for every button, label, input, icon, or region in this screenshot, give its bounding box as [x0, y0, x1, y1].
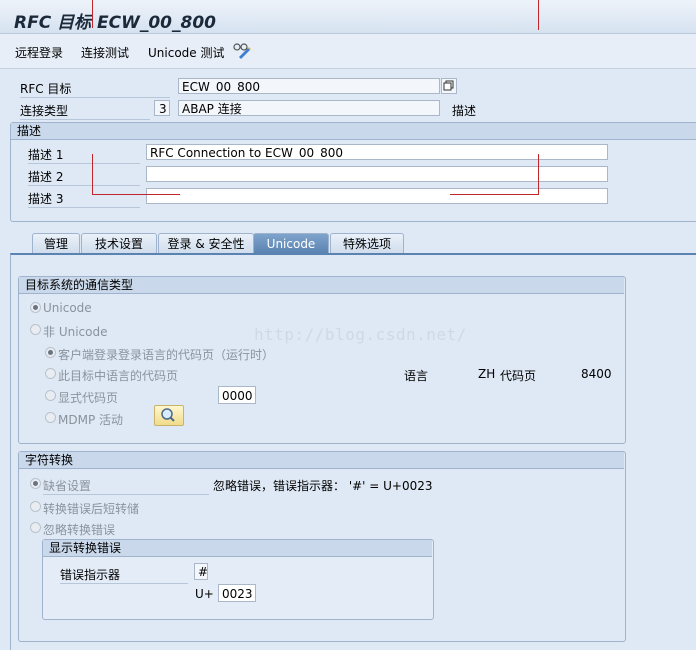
ignore-conversion-errors-label: 忽略转换错误: [43, 523, 116, 537]
error-indicator-field[interactable]: #: [194, 563, 208, 580]
non-unicode-label: 非 Unicode: [43, 325, 108, 339]
character-conversion-title: 字符转换: [19, 452, 624, 469]
target-language-codepage-label: 此目标中语言的代码页: [58, 369, 179, 383]
mdmp-active-radio[interactable]: [45, 412, 56, 423]
mdmp-details-button[interactable]: [154, 405, 184, 426]
connection-type-description-label: 描述: [452, 104, 477, 118]
tab-logon-security[interactable]: 登录 & 安全性: [158, 233, 254, 254]
rfc-target-label: RFC 目标: [20, 80, 170, 98]
annotation-line: [538, 0, 539, 30]
default-setting-info: 忽略错误，错误指示器： '#' = U+0023: [213, 479, 433, 493]
magnifier-icon: [161, 408, 175, 422]
target-language-codepage-radio[interactable]: [45, 368, 56, 379]
annotation-line: [450, 194, 539, 195]
mdmp-active-label: MDMP 活动: [58, 413, 123, 427]
communication-type-title: 目标系统的通信类型: [19, 277, 624, 294]
tab-technical-settings[interactable]: 技术设置: [81, 233, 157, 254]
annotation-line: [92, 154, 93, 194]
tab-unicode[interactable]: Unicode: [253, 233, 329, 254]
description-group-title: 描述: [11, 123, 696, 140]
unicode-codepoint-field[interactable]: 0023: [218, 584, 256, 602]
watermark: http://blog.csdn.net/: [254, 325, 467, 344]
default-setting-label: 缺省设置: [43, 477, 209, 495]
client-codepage-label: 客户端登录登录语言的代码页（运行时）: [58, 348, 275, 362]
language-label: 语言: [404, 369, 429, 383]
codepage-label: 代码页: [500, 369, 537, 383]
unicode-label: Unicode: [43, 301, 92, 315]
window-title: RFC 目标 ECW_00_800: [14, 13, 216, 33]
pencil-glasses-icon[interactable]: [232, 41, 252, 59]
annotation-line: [92, 0, 93, 28]
explicit-codepage-field[interactable]: 0000: [218, 386, 256, 404]
connection-test-button[interactable]: 连接测试: [81, 44, 129, 61]
rfc-target-field[interactable]: ECW_00_800: [178, 78, 440, 94]
description-2-label: 描述 2: [28, 168, 140, 186]
remote-login-button[interactable]: 远程登录: [15, 44, 63, 61]
non-unicode-radio[interactable]: [30, 324, 41, 335]
explicit-codepage-radio[interactable]: [45, 390, 56, 401]
codepage-value: 8400: [581, 367, 612, 381]
connection-type-label: 连接类型: [20, 102, 150, 120]
description-3-label: 描述 3: [28, 190, 140, 208]
annotation-line: [92, 194, 180, 195]
tab-special-options[interactable]: 特殊选项: [330, 233, 404, 254]
description-1-label: 描述 1: [28, 146, 140, 164]
dump-on-error-label: 转换错误后短转储: [43, 502, 140, 516]
explicit-codepage-label: 显式代码页: [58, 391, 119, 405]
dump-on-error-radio[interactable]: [30, 501, 41, 512]
annotation-line: [538, 154, 539, 194]
error-indicator-label: 错误指示器: [60, 566, 188, 584]
unicode-prefix-label: U+: [195, 587, 214, 601]
language-value: ZH: [478, 367, 496, 381]
default-setting-radio[interactable]: [30, 478, 41, 489]
unicode-radio[interactable]: [30, 302, 41, 313]
copy-icon[interactable]: [441, 78, 457, 94]
connection-type-code[interactable]: 3: [154, 100, 170, 116]
ignore-conversion-errors-radio[interactable]: [30, 522, 41, 533]
display-conversion-errors-title: 显示转换错误: [43, 540, 432, 557]
client-codepage-radio[interactable]: [45, 347, 56, 358]
connection-type-field: ABAP 连接: [178, 100, 440, 116]
unicode-test-button[interactable]: Unicode 测试: [148, 44, 224, 61]
tab-management[interactable]: 管理: [32, 233, 80, 254]
